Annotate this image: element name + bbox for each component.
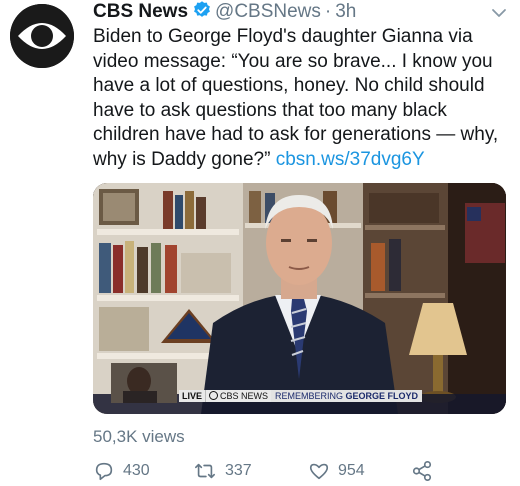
retweet-count: 337 <box>225 462 252 479</box>
like-button[interactable]: 954 <box>308 458 365 484</box>
tweet-header: CBS News @CBSNews · 3h <box>93 0 356 26</box>
cbs-eye-logo-icon <box>10 4 74 68</box>
retweet-icon <box>195 463 215 479</box>
account-handle[interactable]: @CBSNews <box>215 1 321 22</box>
tweet-time[interactable]: 3h <box>335 1 356 22</box>
separator-dot: · <box>324 1 332 22</box>
news-lower-third: LIVE CBS NEWS REMEMBERING GEORGE FLOYD <box>179 389 423 403</box>
network-name: CBS NEWS <box>220 391 269 401</box>
account-name[interactable]: CBS News <box>93 1 188 22</box>
network-label: CBS NEWS <box>205 390 272 402</box>
heart-icon <box>309 463 329 480</box>
view-count: 50,3K views <box>93 427 185 446</box>
reply-button[interactable]: 430 <box>93 458 150 484</box>
tweet-actions: 430 337 954 <box>93 458 513 484</box>
reply-count: 430 <box>123 462 150 479</box>
tweet-text: Biden to George Floyd's daughter Gianna … <box>93 25 513 173</box>
tweet-link[interactable]: cbsn.ws/37dvg6Y <box>276 149 425 170</box>
live-label: LIVE <box>179 390 206 402</box>
more-options-chevron-icon[interactable] <box>488 2 510 24</box>
reply-icon <box>95 462 113 481</box>
share-button[interactable] <box>411 458 441 484</box>
share-icon <box>412 461 432 481</box>
headline-prefix: REMEMBERING <box>275 391 346 401</box>
like-count: 954 <box>338 462 365 479</box>
cbs-avatar[interactable] <box>10 4 74 68</box>
tweet-video[interactable]: LIVE CBS NEWS REMEMBERING GEORGE FLOYD <box>93 183 506 414</box>
verified-badge-icon <box>192 0 212 26</box>
headline-name: GEORGE FLOYD <box>345 391 419 401</box>
video-frame-image <box>93 183 506 414</box>
retweet-button[interactable]: 337 <box>193 458 252 484</box>
headline-label: REMEMBERING GEORGE FLOYD <box>271 390 423 402</box>
cbs-eye-small-icon <box>209 391 219 400</box>
